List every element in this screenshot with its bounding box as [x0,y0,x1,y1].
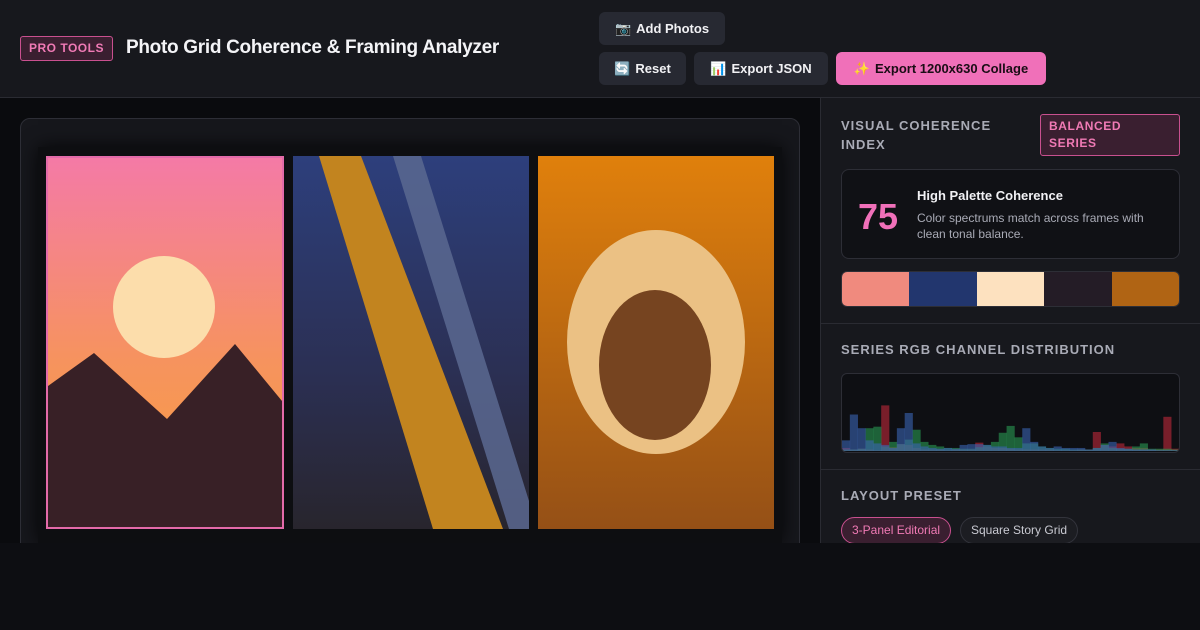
blue-channel-bar [1077,447,1086,451]
blue-channel-bar [881,444,890,451]
blue-channel-bar [951,448,960,451]
coherence-label: High Palette Coherence [917,188,1063,203]
blue-channel-bar [1037,446,1047,451]
pro-tools-badge: PRO TOOLS [20,36,113,61]
blue-channel-bar [990,446,1000,451]
coherence-description: Color spectrums match across frames with… [917,211,1144,241]
collage-panel-sunset-mountain[interactable] [46,156,284,529]
blue-channel-bar [1139,449,1148,451]
blue-channel-bar [943,447,953,451]
bottom-empty-area [0,543,1200,630]
rgb-title: SERIES RGB CHANNEL DISTRIBUTION [841,342,1116,357]
layout-title: LAYOUT PRESET [841,488,962,503]
export-json-button[interactable]: 📊 Export JSON [694,52,828,85]
blue-channel-bar [1006,447,1015,451]
blue-channel-bar [912,443,921,451]
blue-channel-bar [967,444,976,451]
reset-label: Reset [635,61,671,76]
blue-channel-bar [889,447,898,451]
blue-channel-bar [975,444,984,451]
collage-panel-diagonal-stripes[interactable] [293,156,529,529]
refresh-icon: 🔄 [614,61,631,76]
export-json-label: Export JSON [731,61,812,76]
blue-channel-bar [1084,449,1094,451]
analysis-sidebar: VISUAL COHERENCE INDEX BALANCED SERIES 7… [820,98,1200,544]
blue-channel-bar [998,446,1007,451]
blue-channel-bar [959,444,968,451]
rgb-histogram [841,373,1180,453]
blue-channel-bar [1092,447,1101,451]
blue-channel-bar [983,444,992,451]
palette-swatch [842,272,910,306]
collage-preview [38,147,782,543]
blue-channel-bar [1108,441,1117,451]
blue-channel-bar [857,428,866,451]
app-title: Photo Grid Coherence & Framing Analyzer [126,37,499,58]
layout-section: LAYOUT PRESET 3-Panel Editorial Square S… [821,470,1200,544]
palette-swatch [976,272,1045,306]
blue-channel-bar [1061,447,1070,451]
rgb-section: SERIES RGB CHANNEL DISTRIBUTION [821,324,1200,470]
blue-channel-bar [1147,449,1156,451]
blue-channel-bar [1100,444,1109,451]
blue-channel-bar [1022,428,1031,451]
blue-channel-bar [1116,447,1125,451]
blue-channel-bar [1030,441,1039,451]
coherence-title: VISUAL COHERENCE INDEX [841,118,992,152]
reset-button[interactable]: 🔄 Reset [599,52,686,85]
export-collage-label: Export 1200x630 Collage [874,61,1029,76]
red-channel-bar [1163,416,1172,451]
blue-channel-bar [936,448,945,451]
red-channel-bar [881,405,890,451]
palette-swatch [1111,272,1179,306]
add-photos-button[interactable]: 📷 Add Photos [599,12,725,45]
collage-workspace [0,98,820,558]
blue-channel-bar [920,446,929,451]
preset-3-panel-editorial[interactable]: 3-Panel Editorial [841,517,952,544]
palette-swatch [909,272,977,306]
green-channel-bar [1006,425,1015,451]
series-status-badge: BALANCED SERIES [1040,114,1180,156]
palette-swatch [1044,272,1112,306]
blue-channel-bar [1131,449,1141,451]
coherence-score-card: 75 High Palette Coherence Color spectrum… [841,169,1180,259]
blue-channel-bar [1163,450,1172,451]
bar-chart-icon: 📊 [710,61,727,76]
blue-channel-bar [896,428,905,451]
blue-channel-bar [842,440,851,451]
blue-channel-bar [1155,450,1164,451]
preset-square-story-grid[interactable]: Square Story Grid [960,517,1079,544]
blue-channel-bar [904,413,913,451]
blue-channel-bar [1045,447,1054,451]
collage-canvas-frame [20,118,800,558]
blue-channel-bar [865,440,874,451]
blue-channel-bar [1069,447,1078,451]
coherence-section: VISUAL COHERENCE INDEX BALANCED SERIES 7… [821,98,1200,324]
blue-channel-bar [1124,448,1133,451]
add-photos-label: Add Photos [636,21,710,36]
blue-channel-bar [873,443,882,451]
palette-strip [841,271,1180,307]
blue-channel-bar [1171,450,1179,451]
blue-channel-bar [1053,446,1062,451]
sparkles-icon: ✨ [853,61,870,76]
collage-panel-orange-ring[interactable] [538,156,774,529]
export-collage-button[interactable]: ✨ Export 1200x630 Collage [836,52,1046,85]
blue-channel-bar [1014,447,1023,451]
app-header: PRO TOOLS Photo Grid Coherence & Framing… [0,0,1200,98]
camera-icon: 📷 [614,21,632,36]
blue-channel-bar [928,447,937,451]
blue-channel-bar [849,414,858,451]
coherence-score: 75 [858,196,899,237]
